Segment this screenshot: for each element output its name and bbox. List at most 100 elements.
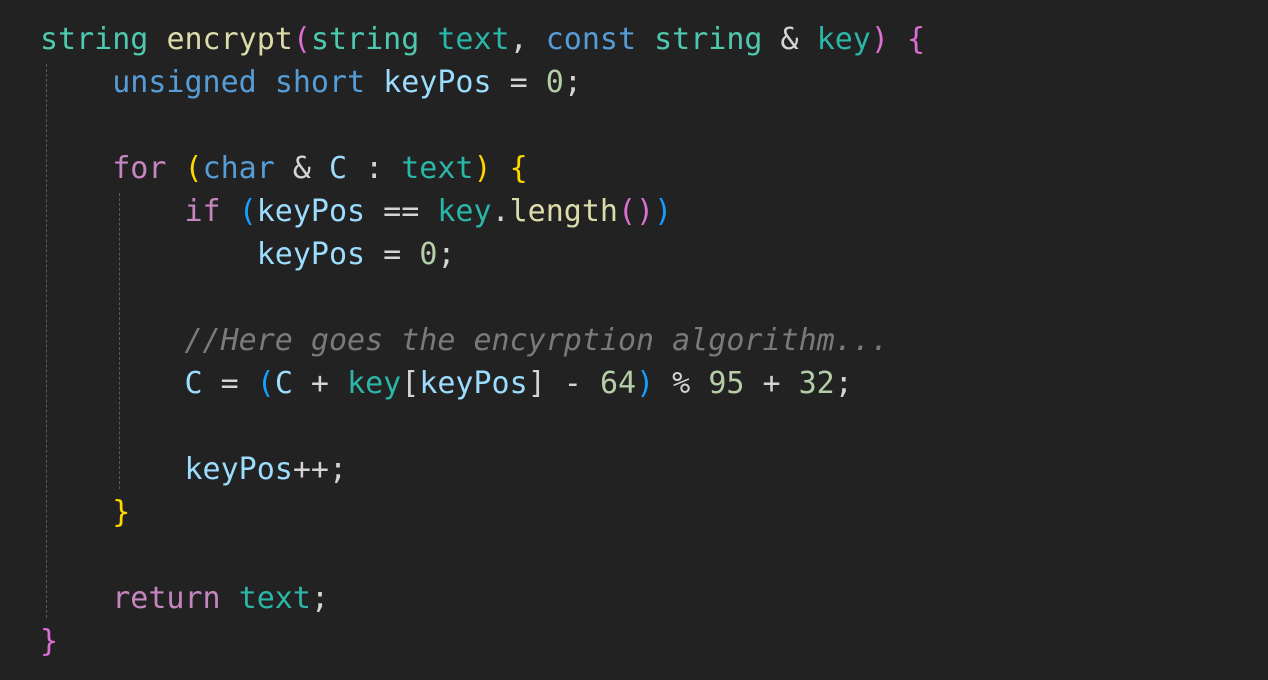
code-token: ; [437, 237, 456, 272]
code-token: short [274, 65, 366, 100]
code-token: } [112, 495, 131, 530]
code-token: () [618, 194, 655, 229]
code-token: { [509, 151, 528, 186]
code-token: string [310, 22, 420, 57]
code-token: char [202, 151, 275, 186]
code-token: } [40, 624, 59, 659]
code-token: 95 [708, 366, 745, 401]
code-line[interactable]: //Here goes the encyrption algorithm... [40, 319, 925, 362]
code-line[interactable]: unsigned short keyPos = 0; [40, 61, 925, 104]
code-line[interactable] [40, 104, 925, 147]
code-token: text [437, 22, 510, 57]
code-token: ( [256, 366, 275, 401]
code-editor[interactable]: string encrypt(string text, const string… [0, 0, 1268, 680]
code-token: ( [292, 22, 311, 57]
code-token: key [816, 22, 871, 57]
code-token: 0 [419, 237, 438, 272]
code-line[interactable] [40, 276, 925, 319]
code-token: ) [870, 22, 889, 57]
code-token: const [545, 22, 637, 57]
code-token: = [491, 65, 546, 100]
code-line[interactable]: return text; [40, 577, 925, 620]
code-token: [ [401, 366, 420, 401]
code-text-area[interactable]: string encrypt(string text, const string… [40, 18, 925, 663]
code-token: 64 [599, 366, 637, 401]
code-token: C [274, 366, 293, 401]
code-token: C [184, 366, 203, 401]
code-token: keyPos [419, 366, 528, 401]
code-token: if [184, 194, 221, 229]
code-token: key [347, 366, 402, 401]
code-token: ( [184, 151, 203, 186]
code-token: & [762, 22, 817, 57]
code-token: = [202, 366, 257, 401]
code-line[interactable]: if (keyPos == key.length()) [40, 190, 925, 233]
code-line[interactable]: C = (C + key[keyPos] - 64) % 95 + 32; [40, 362, 925, 405]
code-token: % [654, 366, 709, 401]
code-token: , [509, 22, 546, 57]
code-token: key [437, 194, 492, 229]
code-line[interactable] [40, 534, 925, 577]
code-token: == [365, 194, 438, 229]
code-token: ; [563, 65, 582, 100]
code-token: . [491, 194, 510, 229]
code-token: keyPos [383, 65, 492, 100]
code-token: ) [636, 366, 655, 401]
code-token: length [509, 194, 618, 229]
code-token: ( [238, 194, 257, 229]
code-token: keyPos [184, 452, 293, 487]
code-token: = [365, 237, 420, 272]
code-token: ; [834, 366, 853, 401]
code-line[interactable]: } [40, 491, 925, 534]
code-token: text [401, 151, 474, 186]
code-token: keyPos [256, 194, 366, 229]
code-token: ; [310, 581, 329, 616]
code-token: unsigned [112, 65, 257, 100]
code-token: ) [654, 194, 673, 229]
code-token: ++; [292, 452, 348, 487]
code-token: 32 [798, 366, 835, 401]
code-line[interactable]: for (char & C : text) { [40, 147, 925, 190]
code-token: { [907, 22, 926, 57]
code-line[interactable]: } [40, 620, 925, 663]
code-token: string [654, 22, 763, 57]
code-token: + [744, 366, 799, 401]
code-token: return [112, 581, 221, 616]
code-token: keyPos [256, 237, 366, 272]
code-token: : [347, 151, 402, 186]
code-token: 0 [545, 65, 564, 100]
code-line[interactable]: keyPos++; [40, 448, 925, 491]
code-token: text [238, 581, 311, 616]
code-token: C [329, 151, 348, 186]
code-token: ] - [527, 366, 600, 401]
code-token: for [112, 151, 167, 186]
code-token: encrypt [166, 22, 293, 57]
code-line[interactable]: keyPos = 0; [40, 233, 925, 276]
code-token: + [292, 366, 348, 401]
code-token: string [40, 22, 149, 57]
code-line[interactable] [40, 405, 925, 448]
code-token: & [274, 151, 329, 186]
code-token: ) [473, 151, 492, 186]
code-line[interactable]: string encrypt(string text, const string… [40, 18, 925, 61]
code-token: //Here goes the encyrption algorithm... [184, 323, 889, 358]
